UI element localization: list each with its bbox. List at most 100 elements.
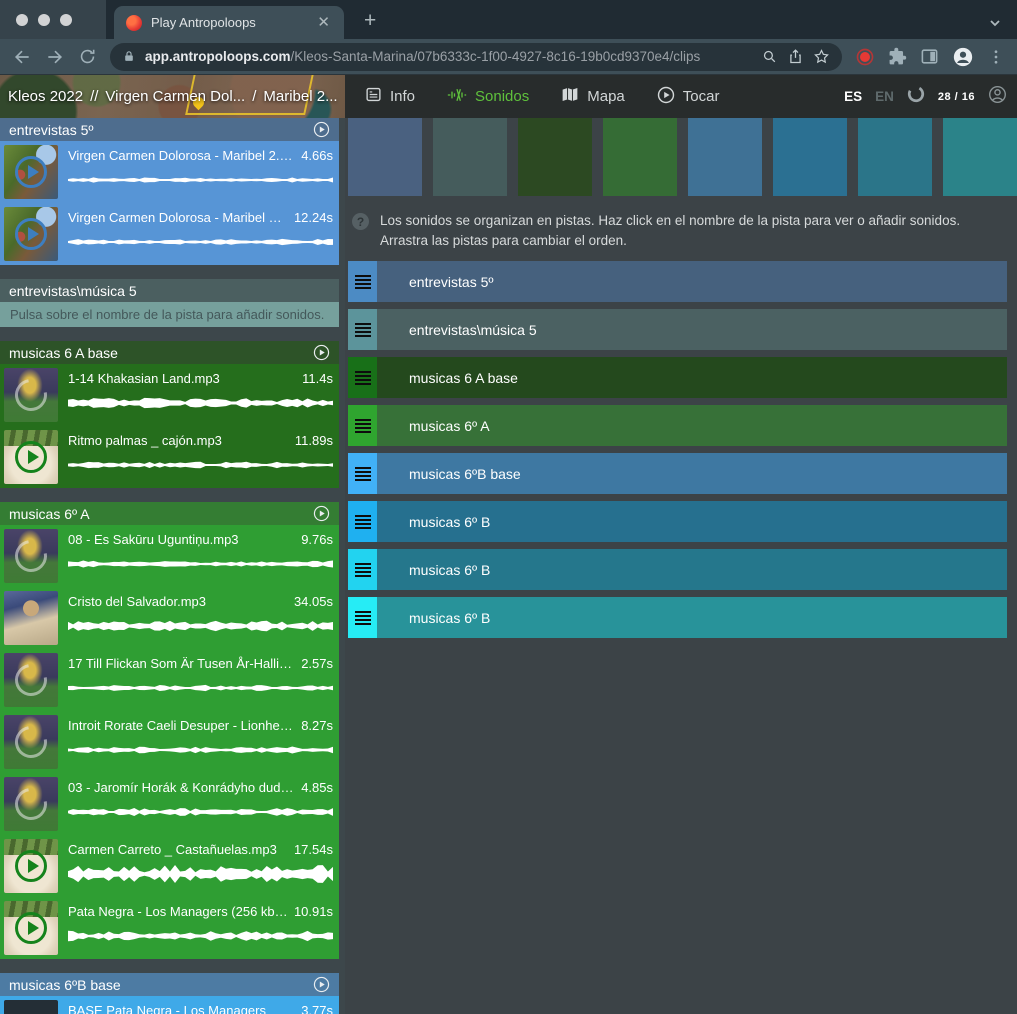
breadcrumb-current[interactable]: Maribel 2... xyxy=(263,88,337,105)
clip-item[interactable]: Cristo del Salvador.mp334.05s xyxy=(0,587,339,649)
clip-thumbnail[interactable] xyxy=(4,529,58,583)
track-name-bar[interactable]: musicas 6ºB base xyxy=(377,453,1007,494)
padlock-icon[interactable] xyxy=(122,49,136,64)
browser-menu-icon[interactable] xyxy=(987,48,1005,66)
clip-waveform[interactable] xyxy=(68,926,333,946)
new-tab-button[interactable]: + xyxy=(358,9,382,33)
clip-waveform[interactable] xyxy=(68,232,333,252)
clip-title-row: Carmen Carreto _ Castañuelas.mp317.54s xyxy=(68,842,333,857)
tab-mapa[interactable]: Mapa xyxy=(561,86,625,107)
tab-search-chevron-icon[interactable] xyxy=(987,15,1003,31)
address-bar[interactable]: app.antropoloops.com/Kleos-Santa-Marina/… xyxy=(110,43,842,71)
clip-waveform[interactable] xyxy=(68,864,333,884)
clip-waveform[interactable] xyxy=(68,616,333,636)
track-drag-handle[interactable] xyxy=(348,357,377,398)
track-name-bar[interactable]: musicas 6º B xyxy=(377,549,1007,590)
clip-waveform[interactable] xyxy=(68,554,333,574)
window-minimize-button[interactable] xyxy=(38,14,50,26)
clip-item[interactable]: Carmen Carreto _ Castañuelas.mp317.54s xyxy=(0,835,339,897)
extensions-puzzle-icon[interactable] xyxy=(888,47,907,66)
clip-waveform[interactable] xyxy=(68,740,333,760)
tab-sonidos[interactable]: Sonidos xyxy=(447,87,529,107)
browser-tab[interactable]: Play Antropoloops ✕ xyxy=(114,6,344,39)
track-drag-handle[interactable] xyxy=(348,597,377,638)
clip-item[interactable]: Virgen Carmen Dolorosa - Maribel 2.mp312… xyxy=(0,203,339,265)
track-row: musicas 6ºB base xyxy=(348,453,1007,494)
side-panel-icon[interactable] xyxy=(920,47,939,66)
drag-handle-icon xyxy=(355,563,371,577)
clip-thumbnail[interactable] xyxy=(4,368,58,422)
url-text[interactable]: app.antropoloops.com/Kleos-Santa-Marina/… xyxy=(145,49,752,64)
clip-thumbnail[interactable] xyxy=(4,839,58,893)
clip-item[interactable]: BASE Pata Negra - Los Managers3.77s xyxy=(0,996,339,1014)
help-row: ? Los sonidos se organizan en pistas. Ha… xyxy=(348,196,1007,261)
lang-es-button[interactable]: ES xyxy=(844,89,862,104)
track-section-header[interactable]: entrevistas\música 5 xyxy=(0,279,339,302)
clip-item[interactable]: Pata Negra - Los Managers (256 kbps).mp3… xyxy=(0,897,339,959)
breadcrumb[interactable]: Kleos 2022 // Virgen Carmen Dol... / Mar… xyxy=(0,75,345,118)
clip-waveform[interactable] xyxy=(68,455,333,475)
track-drag-handle[interactable] xyxy=(348,453,377,494)
clip-thumbnail[interactable] xyxy=(4,207,58,261)
track-drag-handle[interactable] xyxy=(348,309,377,350)
clip-thumbnail[interactable] xyxy=(4,1000,58,1014)
window-close-button[interactable] xyxy=(16,14,28,26)
track-drag-handle[interactable] xyxy=(348,405,377,446)
track-section-header[interactable]: musicas 6 A base xyxy=(0,341,339,364)
back-icon[interactable] xyxy=(12,47,32,67)
tab-tocar[interactable]: Tocar xyxy=(657,86,720,108)
breadcrumb-root[interactable]: Kleos 2022 xyxy=(8,88,83,105)
track-name-bar[interactable]: musicas 6 A base xyxy=(377,357,1007,398)
clip-item[interactable]: 17 Till Flickan Som Är Tusen År-Halling … xyxy=(0,649,339,711)
clip-item[interactable]: 08 - Es Sakūru Uguntiņu.mp39.76s xyxy=(0,525,339,587)
lang-en-button[interactable]: EN xyxy=(875,89,894,104)
track-name-bar[interactable]: entrevistas 5º xyxy=(377,261,1007,302)
clip-item[interactable]: Introit Rorate Caeli Desuper - Lionheart… xyxy=(0,711,339,773)
clip-thumbnail[interactable] xyxy=(4,777,58,831)
track-name-bar[interactable]: musicas 6º A xyxy=(377,405,1007,446)
clip-thumbnail[interactable] xyxy=(4,591,58,645)
track-drag-handle[interactable] xyxy=(348,501,377,542)
track-play-button[interactable] xyxy=(313,121,330,138)
track-section-header[interactable]: musicas 6º A xyxy=(0,502,339,525)
clip-item[interactable]: 1-14 Khakasian Land.mp311.4s xyxy=(0,364,339,426)
clip-thumbnail[interactable] xyxy=(4,430,58,484)
clip-waveform[interactable] xyxy=(68,393,333,413)
clip-item[interactable]: Ritmo palmas _ cajón.mp311.89s xyxy=(0,426,339,488)
tab-info[interactable]: Info xyxy=(365,86,415,107)
account-icon[interactable] xyxy=(988,85,1007,109)
clip-thumbnail[interactable] xyxy=(4,145,58,199)
track-section-header[interactable]: musicas 6ºB base xyxy=(0,973,339,996)
clip-name: Cristo del Salvador.mp3 xyxy=(68,594,206,609)
tab-close-icon[interactable]: ✕ xyxy=(313,13,334,32)
clip-thumbnail[interactable] xyxy=(4,715,58,769)
breadcrumb-parent[interactable]: Virgen Carmen Dol... xyxy=(105,88,245,105)
clip-item[interactable]: 03 - Jaromír Horák & Konrádyho dudácká .… xyxy=(0,773,339,835)
track-section-title: entrevistas 5º xyxy=(9,122,313,138)
clip-waveform[interactable] xyxy=(68,170,333,190)
clip-thumbnail[interactable] xyxy=(4,901,58,955)
track-drag-handle[interactable] xyxy=(348,261,377,302)
window-zoom-button[interactable] xyxy=(60,14,72,26)
clip-thumbnail[interactable] xyxy=(4,653,58,707)
share-icon[interactable] xyxy=(787,48,804,65)
track-name-bar[interactable]: musicas 6º B xyxy=(377,501,1007,542)
track-name-bar[interactable]: musicas 6º B xyxy=(377,597,1007,638)
track-play-button[interactable] xyxy=(313,344,330,361)
profile-avatar-icon[interactable] xyxy=(952,46,974,68)
clip-waveform[interactable] xyxy=(68,678,333,698)
track-section-header[interactable]: entrevistas 5º xyxy=(0,118,339,141)
forward-icon[interactable] xyxy=(45,47,65,67)
track-play-button[interactable] xyxy=(313,976,330,993)
track-drag-handle[interactable] xyxy=(348,549,377,590)
reload-icon[interactable] xyxy=(78,47,97,66)
clip-info: 08 - Es Sakūru Uguntiņu.mp39.76s xyxy=(68,529,333,583)
record-extension-icon[interactable] xyxy=(855,47,875,67)
search-icon[interactable] xyxy=(761,48,778,65)
help-text: Los sonidos se organizan en pistas. Haz … xyxy=(380,211,1003,250)
bookmark-star-icon[interactable] xyxy=(813,48,830,65)
clip-item[interactable]: Virgen Carmen Dolorosa - Maribel 2.mp34.… xyxy=(0,141,339,203)
track-name-bar[interactable]: entrevistas\música 5 xyxy=(377,309,1007,350)
clip-waveform[interactable] xyxy=(68,802,333,822)
track-play-button[interactable] xyxy=(313,505,330,522)
